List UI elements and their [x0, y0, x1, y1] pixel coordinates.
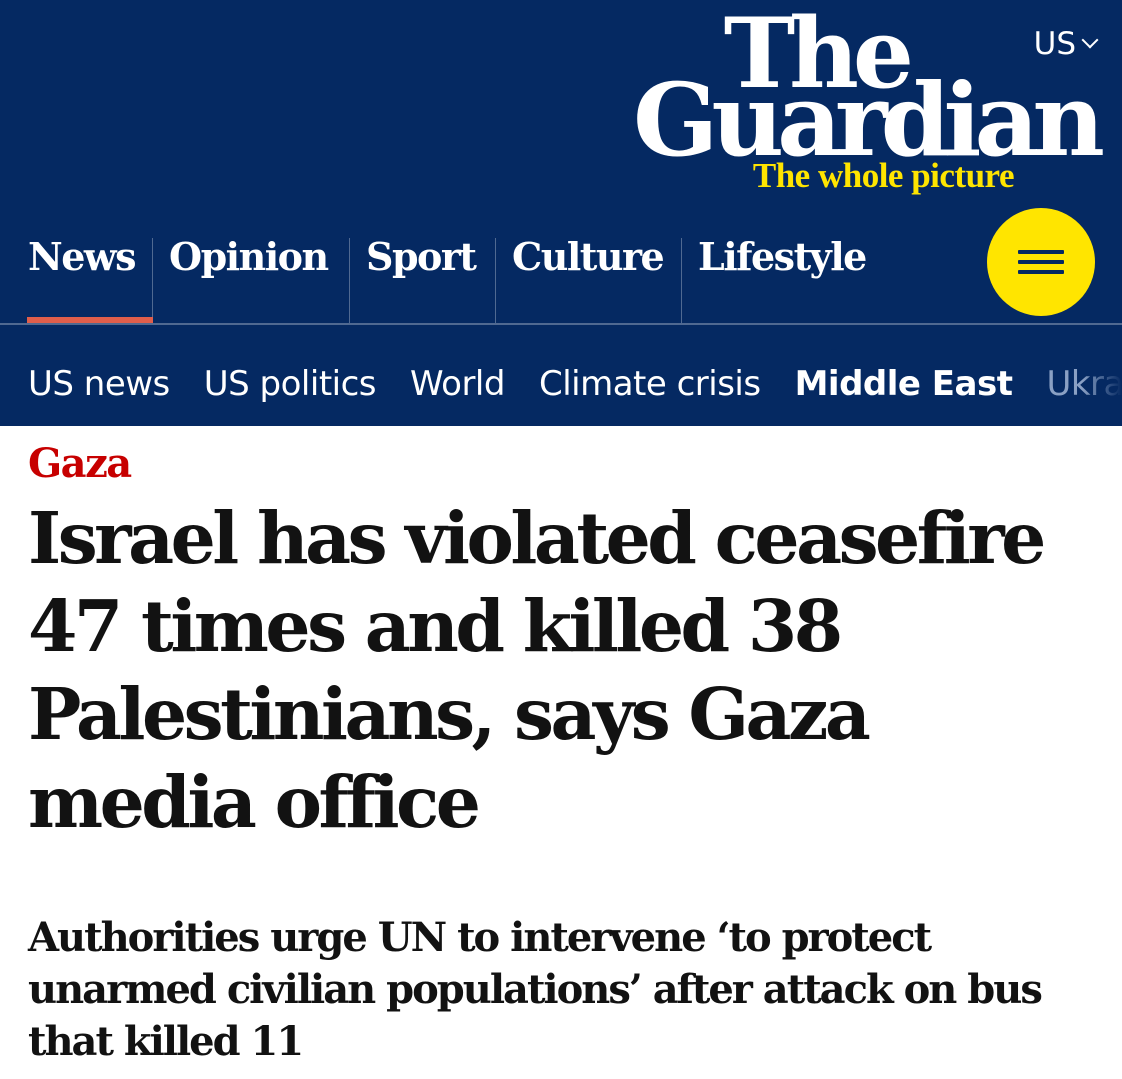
- subnav-item-world[interactable]: World: [410, 358, 505, 410]
- pillar-lifestyle[interactable]: Lifestyle: [682, 228, 882, 324]
- pillar-label: Lifestyle: [698, 234, 867, 279]
- hamburger-menu-icon: [1018, 260, 1064, 264]
- menu-button[interactable]: [987, 208, 1095, 316]
- subnav-item-us-news[interactable]: US news: [28, 358, 170, 410]
- site-header: US The Guardian The whole picture News O…: [0, 0, 1122, 426]
- pillar-culture[interactable]: Culture: [496, 228, 682, 324]
- pillar-opinion[interactable]: Opinion: [153, 228, 350, 324]
- tagline: The whole picture: [752, 156, 1015, 195]
- section-kicker[interactable]: Gaza: [28, 440, 132, 487]
- pillar-label: Culture: [512, 234, 665, 279]
- pillar-label: News: [28, 234, 137, 279]
- pillar-sport[interactable]: Sport: [350, 228, 496, 324]
- subnav-fade: [1082, 358, 1122, 410]
- pillar-label: Sport: [366, 234, 477, 279]
- headline: Israel has violated ceasefire 47 times a…: [28, 496, 1046, 844]
- pillar-news[interactable]: News: [0, 228, 153, 324]
- subnav-item-middle-east[interactable]: Middle East: [795, 358, 1013, 410]
- standfirst: Authorities urge UN to intervene ‘to pro…: [28, 914, 1043, 1065]
- hamburger-menu-icon: [1018, 270, 1064, 274]
- pillar-label: Opinion: [169, 234, 329, 279]
- hamburger-menu-icon: [1018, 250, 1064, 254]
- nav-divider: [0, 323, 1122, 325]
- subnav-item-climate-crisis[interactable]: Climate crisis: [539, 358, 761, 410]
- subnav-item-us-politics[interactable]: US politics: [204, 358, 377, 410]
- logo-line-guardian: Guardian: [633, 61, 1105, 179]
- pillar-nav: News Opinion Sport Culture Lifestyle: [0, 228, 882, 324]
- subnav: US news US politics World Climate crisis…: [0, 358, 1122, 410]
